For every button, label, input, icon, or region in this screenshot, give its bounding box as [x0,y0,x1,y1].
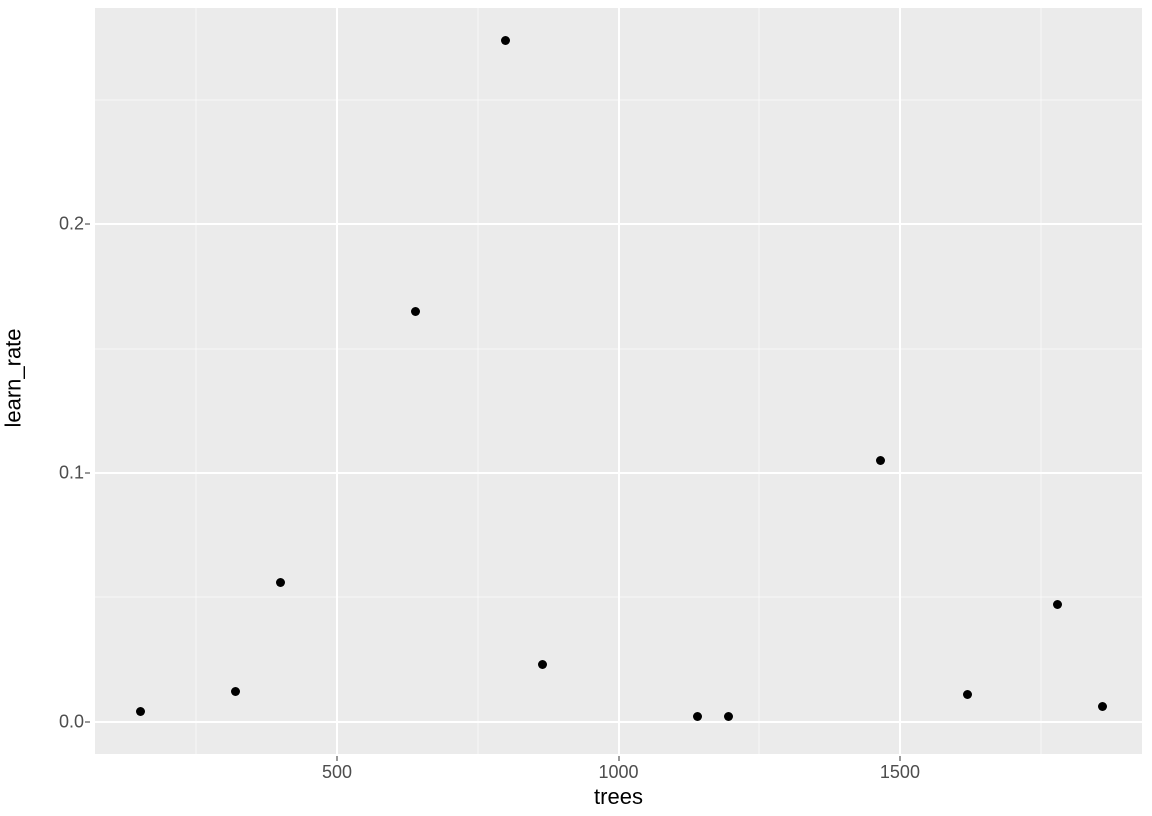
y-axis-label: learn_rate [1,328,27,427]
y-tick-label: 0.1 [28,463,84,484]
data-point [1053,600,1062,609]
x-tick-mark [899,756,900,761]
data-point [136,707,145,716]
data-point [231,687,240,696]
x-axis-label: trees [95,784,1142,814]
data-point [724,712,733,721]
data-point [538,660,547,669]
data-point [501,36,510,45]
data-point [693,712,702,721]
grid-minor-v [196,8,197,754]
data-point [1098,702,1107,711]
grid-minor-v [759,8,760,754]
data-point [963,690,972,699]
y-tick-mark [85,473,90,474]
grid-line-v [336,8,338,754]
y-tick-label: 0.0 [28,711,84,732]
grid-minor-h [95,597,1142,598]
y-tick-label: 0.2 [28,214,84,235]
scatter-chart: learn_rate 0.0 0.1 0.2 500 1000 1500 trees [0,0,1152,816]
x-tick-label: 1500 [880,762,920,783]
grid-minor-h [95,348,1142,349]
grid-line-v [899,8,901,754]
x-tick-label: 500 [322,762,352,783]
x-axis-ticks: 500 1000 1500 [95,756,1142,784]
y-axis-ticks: 0.0 0.1 0.2 [28,8,90,754]
grid-line-v [618,8,620,754]
grid-minor-h [95,100,1142,101]
x-tick-mark [618,756,619,761]
y-axis-label-container: learn_rate [0,0,28,756]
data-point [411,307,420,316]
x-tick-label: 1000 [598,762,638,783]
grid-minor-v [477,8,478,754]
plot-panel [95,8,1142,754]
data-point [276,578,285,587]
y-tick-mark [85,224,90,225]
y-tick-mark [85,721,90,722]
grid-minor-v [1040,8,1041,754]
data-point [876,456,885,465]
x-tick-mark [337,756,338,761]
